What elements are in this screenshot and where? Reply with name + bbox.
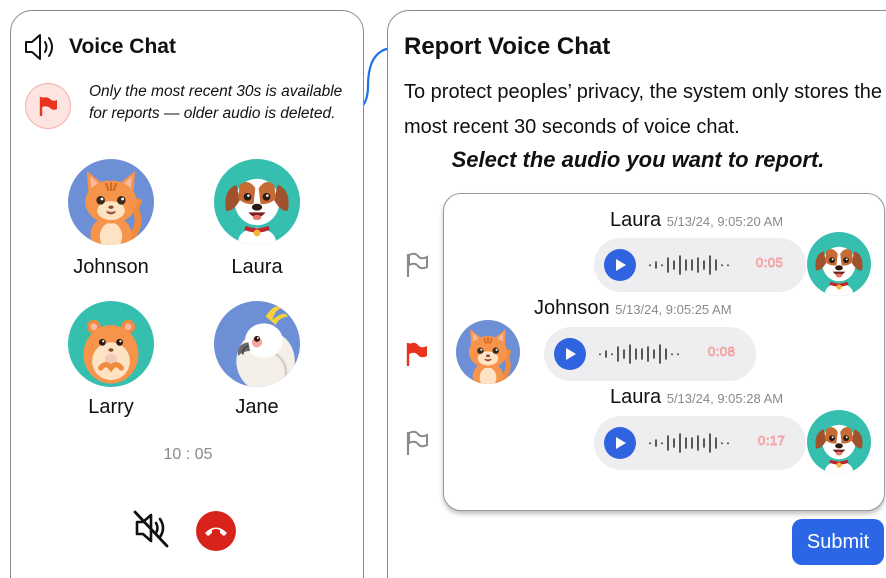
chat-avatar-laura: [807, 232, 871, 296]
report-flag-button[interactable]: [25, 83, 71, 129]
participant-name: Larry: [88, 396, 134, 418]
end-call-icon: [205, 527, 227, 536]
message-header: Laura 5/13/24, 9:05:20 AM: [610, 209, 783, 232]
avatar-johnson[interactable]: [68, 159, 154, 245]
message-timestamp: 5/13/24, 9:05:25 AM: [615, 302, 732, 317]
end-call-button[interactable]: [196, 511, 236, 551]
cockatoo-avatar: [214, 301, 300, 387]
voice-chat-panel: Voice Chat Only the most recent 30s is a…: [10, 10, 364, 578]
cat-avatar: [456, 320, 520, 384]
flag-icon[interactable]: [404, 340, 430, 368]
play-button[interactable]: [554, 338, 586, 370]
waveform-icon: [649, 255, 729, 275]
audio-message[interactable]: 0:17: [594, 416, 806, 470]
flag-icon: [39, 97, 57, 116]
voice-chat-title: Voice Chat: [69, 35, 176, 58]
audio-duration: 0:05: [756, 255, 784, 271]
dog-avatar: [807, 232, 871, 296]
cat-avatar: [68, 159, 154, 245]
flag-icon[interactable]: [404, 251, 430, 279]
mute-icon[interactable]: [129, 506, 173, 550]
participant-name: Jane: [235, 396, 279, 418]
message-header: Johnson 5/13/24, 9:05:25 AM: [534, 297, 732, 320]
chat-avatar-laura: [807, 410, 871, 474]
message-timestamp: 5/13/24, 9:05:20 AM: [666, 214, 784, 229]
retention-note: Only the most recent 30s is available fo…: [89, 83, 343, 122]
play-button[interactable]: [604, 249, 636, 281]
play-icon: [616, 259, 626, 271]
chat-avatar-johnson: [456, 320, 520, 384]
sender-name: Johnson: [534, 297, 610, 319]
report-title: Report Voice Chat: [404, 33, 611, 60]
play-button[interactable]: [604, 427, 636, 459]
waveform-icon: [649, 433, 729, 453]
avatar-laura[interactable]: [214, 159, 300, 245]
chat-transcript: Laura 5/13/24, 9:05:20 AM 0:05 Johnson 5…: [443, 193, 885, 511]
hamster-avatar: [68, 301, 154, 387]
message-timestamp: 5/13/24, 9:05:28 AM: [666, 391, 784, 406]
flag-icon[interactable]: [404, 429, 430, 457]
sender-name: Laura: [610, 209, 662, 231]
submit-button[interactable]: Submit: [792, 519, 884, 565]
dog-avatar: [807, 410, 871, 474]
message-header: Laura 5/13/24, 9:05:28 AM: [610, 386, 783, 409]
report-panel: Report Voice Chat To protect peoples’ pr…: [387, 10, 886, 578]
report-description: To protect peoples’ privacy, the system …: [404, 81, 882, 138]
participant-name: Laura: [231, 256, 283, 278]
speaker-icon[interactable]: [23, 31, 59, 63]
participant-name: Johnson: [73, 256, 149, 278]
call-timer: 10 : 05: [163, 446, 213, 463]
play-icon: [616, 437, 626, 449]
audio-duration: 0:17: [758, 433, 786, 449]
audio-message[interactable]: 0:05: [594, 238, 806, 292]
play-icon: [566, 348, 576, 360]
report-instruction: Select the audio you want to report.: [451, 147, 825, 172]
avatar-jane[interactable]: [214, 301, 300, 387]
waveform-icon: [599, 344, 679, 364]
avatar-larry[interactable]: [68, 301, 154, 387]
dog-avatar: [214, 159, 300, 245]
audio-duration: 0:08: [708, 344, 736, 360]
sender-name: Laura: [610, 386, 662, 408]
audio-message-flagged[interactable]: 0:08: [544, 327, 756, 381]
